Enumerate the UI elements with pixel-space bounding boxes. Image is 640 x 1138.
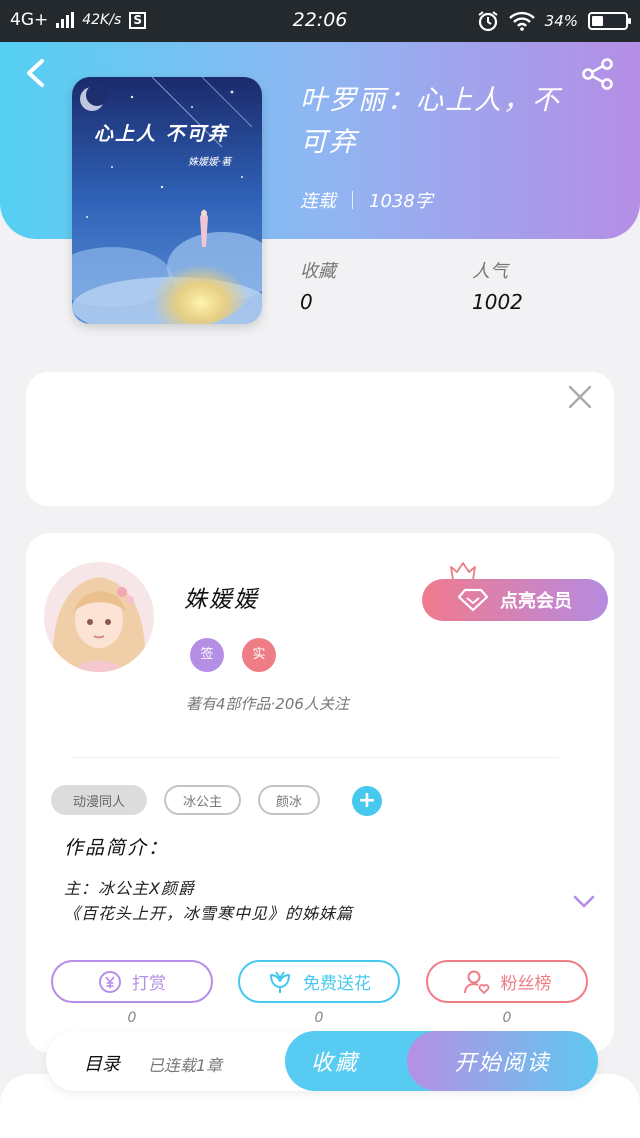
yuan-coin-icon bbox=[99, 970, 121, 993]
tag-item[interactable]: 动漫同人 bbox=[51, 785, 147, 815]
book-title: 叶罗丽：心上人，不可弃 bbox=[300, 85, 561, 158]
chevron-down-icon[interactable] bbox=[571, 890, 597, 912]
author-avatar[interactable] bbox=[44, 562, 154, 672]
author-name[interactable]: 姝媛媛 bbox=[184, 580, 259, 614]
favorites-label: 收藏 bbox=[300, 261, 336, 282]
flower-icon bbox=[270, 970, 290, 993]
reward-count: 0 bbox=[127, 1010, 137, 1026]
intro-title: 作品简介： bbox=[64, 837, 170, 859]
book-cover[interactable]: 心上人 不可弃 姝媛媛·著 bbox=[72, 77, 262, 324]
book-status: 连载 bbox=[300, 191, 336, 212]
close-icon[interactable] bbox=[567, 384, 593, 410]
signed-badge: 签 bbox=[190, 638, 224, 672]
chapter-progress: 已连载1章 bbox=[148, 1056, 223, 1075]
alarm-icon bbox=[478, 11, 498, 32]
popularity-label: 人气 bbox=[472, 261, 508, 282]
send-flower-button[interactable]: 免费送花 bbox=[238, 960, 400, 1003]
intro-line: 《百花头上开，冰雪寒中见》的姊妹篇 bbox=[64, 904, 354, 923]
popularity-value: 1002 bbox=[472, 290, 523, 314]
vip-button[interactable]: 点亮会员 bbox=[422, 579, 608, 621]
meta-divider bbox=[352, 191, 353, 209]
word-count: 1038字 bbox=[369, 191, 433, 212]
author-stats: 著有4部作品·206人关注 bbox=[186, 695, 349, 713]
tag-item[interactable]: 颜冰 bbox=[258, 785, 320, 815]
verified-badge: 实 bbox=[242, 638, 276, 672]
back-icon[interactable] bbox=[20, 56, 54, 90]
favorite-button-label: 收藏 bbox=[311, 1051, 360, 1076]
battery-icon bbox=[588, 12, 631, 30]
intro-line: 主：冰公主X颜爵 bbox=[64, 879, 195, 898]
reward-label: 打赏 bbox=[132, 974, 166, 994]
divider bbox=[72, 757, 558, 758]
cover-title: 心上人 不可弃 bbox=[94, 123, 229, 145]
send-flower-label: 免费送花 bbox=[303, 974, 371, 994]
wifi-icon bbox=[508, 11, 535, 31]
fan-ranking-label: 粉丝榜 bbox=[500, 974, 552, 994]
battery-percent: 34% bbox=[544, 12, 578, 30]
add-tag-button[interactable]: + bbox=[352, 786, 382, 816]
avatar-illustration bbox=[44, 562, 154, 672]
share-icon[interactable] bbox=[580, 56, 616, 92]
tag-item[interactable]: 冰公主 bbox=[164, 785, 241, 815]
cover-author: 姝媛媛·著 bbox=[188, 157, 232, 168]
fan-count: 0 bbox=[502, 1010, 512, 1026]
cover-illustration bbox=[72, 77, 262, 324]
flower-count: 0 bbox=[314, 1010, 324, 1026]
ad-card bbox=[26, 372, 614, 506]
start-reading-label: 开始阅读 bbox=[454, 1051, 551, 1076]
catalog-button[interactable]: 目录 bbox=[84, 1050, 120, 1076]
status-bar: 4G+ 42K/s S 22:06 34% bbox=[0, 0, 640, 42]
vip-button-label: 点亮会员 bbox=[500, 591, 572, 612]
book-meta: 连载 1038字 bbox=[300, 187, 433, 213]
diamond-icon bbox=[458, 588, 488, 612]
fan-ranking-button[interactable]: 粉丝榜 bbox=[426, 960, 588, 1003]
favorites-value: 0 bbox=[300, 290, 313, 314]
user-heart-icon bbox=[463, 970, 489, 994]
start-reading-button[interactable]: 开始阅读 bbox=[407, 1031, 598, 1091]
reward-button[interactable]: 打赏 bbox=[51, 960, 213, 1003]
